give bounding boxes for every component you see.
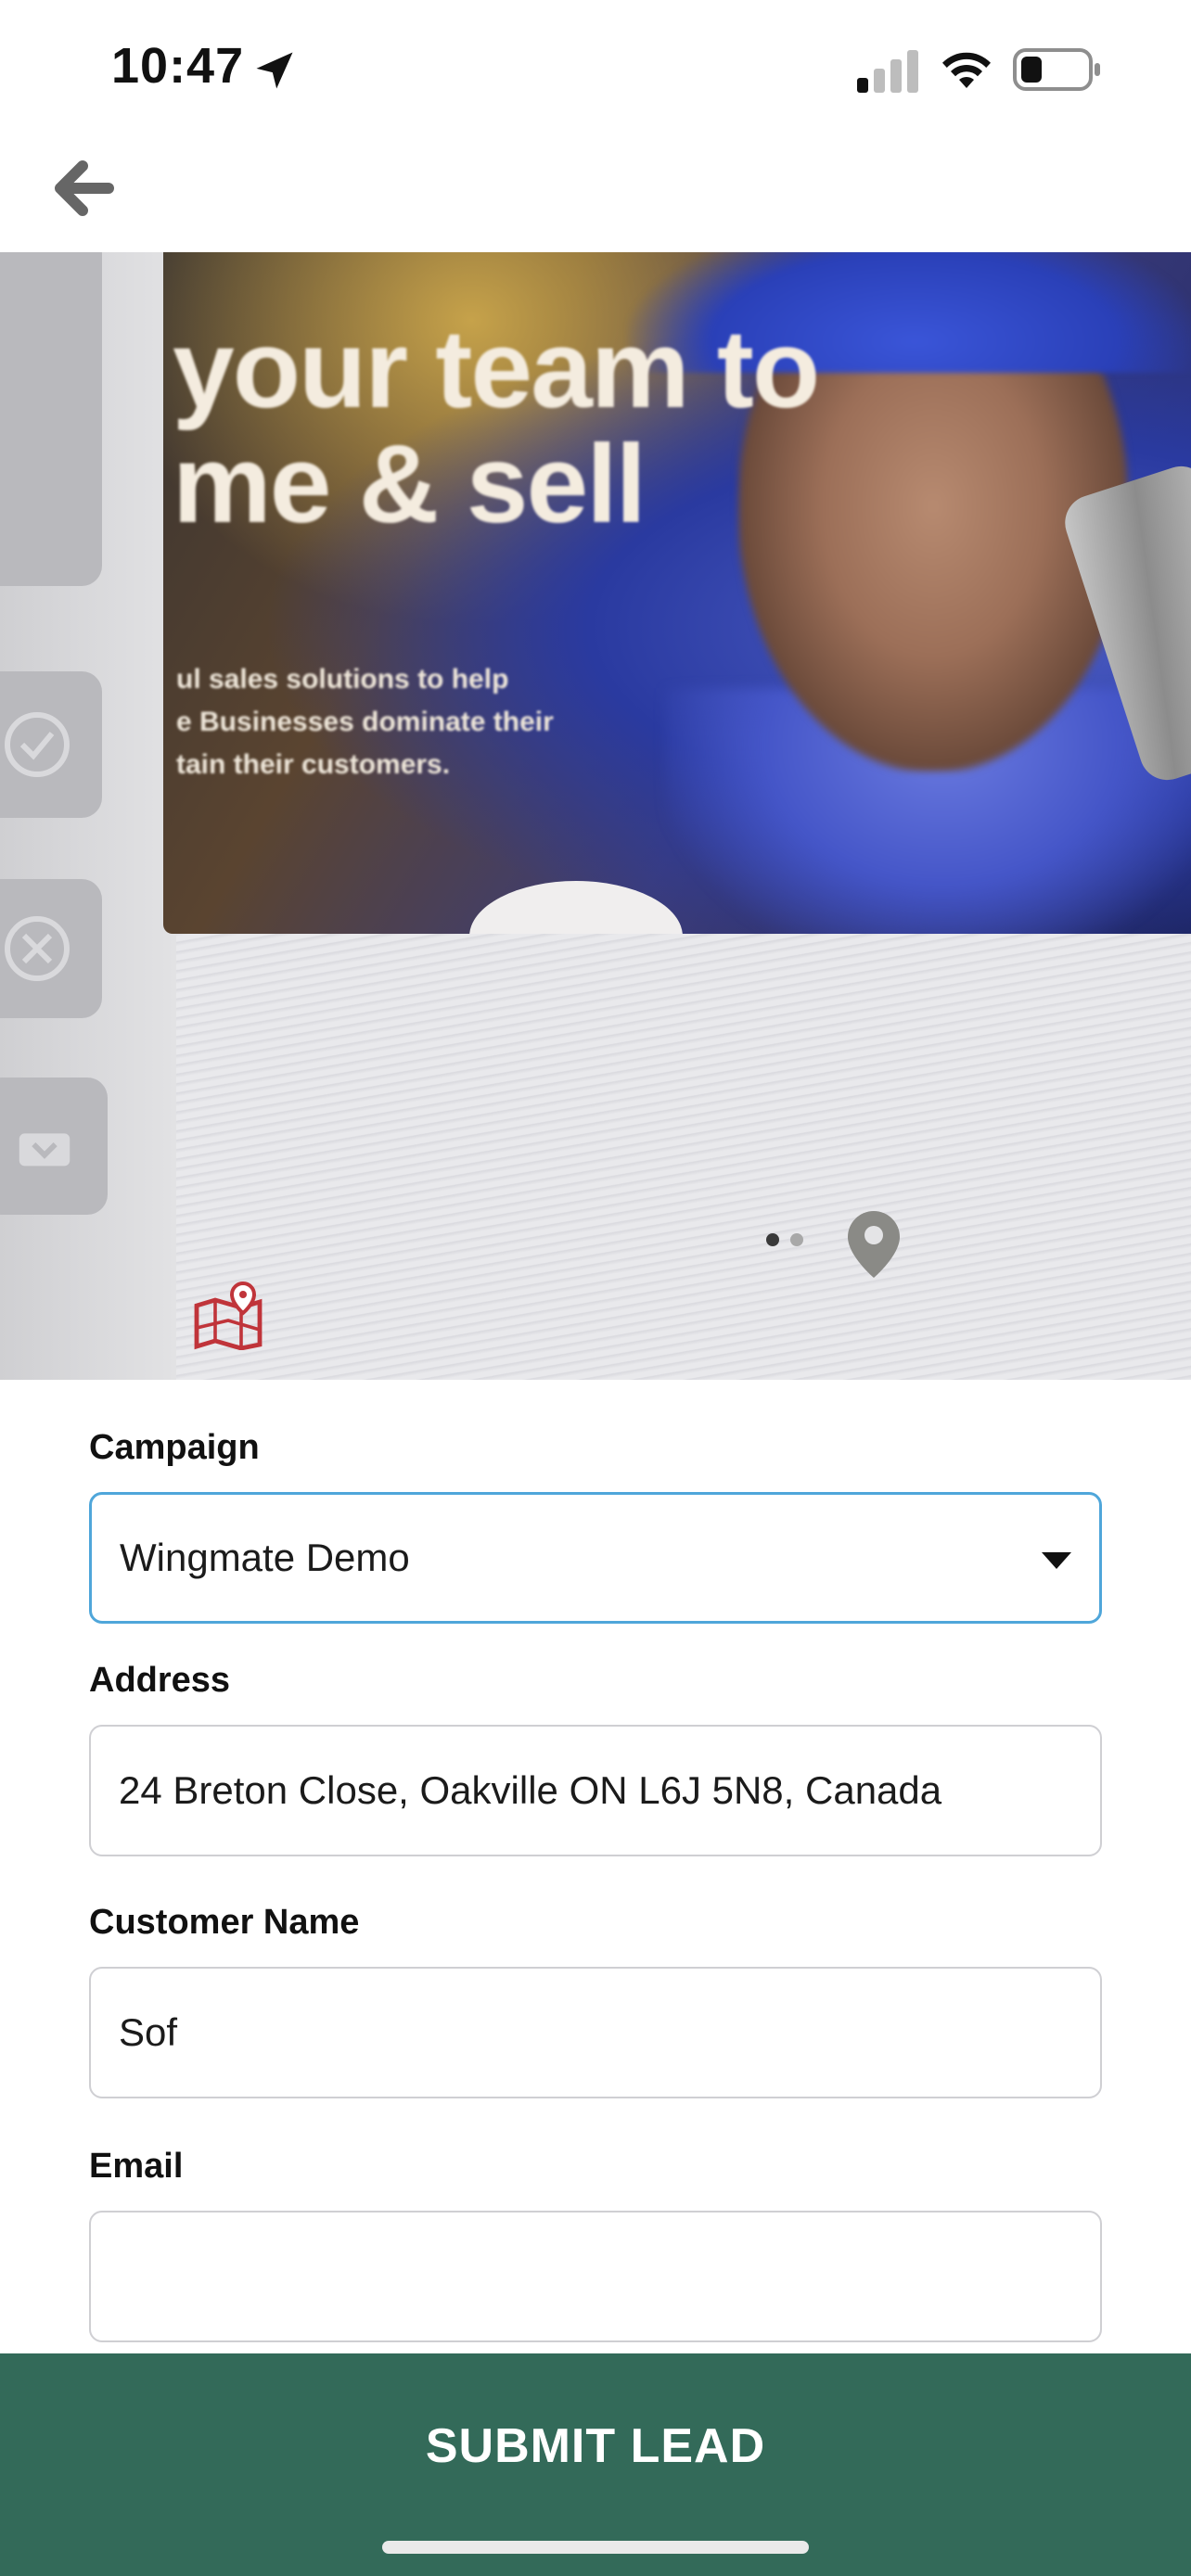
wifi-icon <box>942 52 991 88</box>
close-circle-icon <box>5 916 70 981</box>
lead-photo[interactable]: your team to me & sell ul sales solution… <box>0 252 1191 1380</box>
laptop-key <box>0 252 102 586</box>
chevron-down-icon <box>1042 1552 1071 1569</box>
email-field[interactable] <box>89 2211 1102 2342</box>
banner-subtitle: ul sales solutions to help e Businesses … <box>176 658 677 786</box>
address-field[interactable]: 24 Breton Close, Oakville ON L6J 5N8, Ca… <box>89 1725 1102 1856</box>
customer-name-field[interactable]: Sof <box>89 1967 1102 2098</box>
back-button[interactable] <box>45 148 124 228</box>
customer-name-value: Sof <box>119 2010 178 2054</box>
map-location-icon <box>194 1281 263 1350</box>
archive-icon <box>19 1133 70 1167</box>
banner-circle <box>469 881 683 934</box>
banner-headline: your team to me & sell <box>173 312 877 542</box>
arrow-left-icon <box>55 160 114 216</box>
lead-capture-screen: 10:47 your team to me & sell ul sales so… <box>0 0 1191 2576</box>
pager-dot-active[interactable] <box>766 1233 779 1246</box>
cellular-signal-icon <box>857 50 918 93</box>
banner-subtitle-line: tain their customers. <box>176 749 451 780</box>
address-label: Address <box>89 1661 231 1700</box>
campaign-label: Campaign <box>89 1428 260 1467</box>
laptop-edge <box>0 252 176 1380</box>
campaign-select[interactable]: Wingmate Demo <box>89 1492 1102 1624</box>
check-circle-icon <box>5 712 70 777</box>
banner-headline-line: me & sell <box>173 422 647 546</box>
customer-name-label: Customer Name <box>89 1903 360 1942</box>
status-bar: 10:47 <box>0 0 1191 139</box>
pager-dot[interactable] <box>790 1233 803 1246</box>
status-time: 10:47 <box>111 38 245 94</box>
laptop-key-close <box>0 879 102 1018</box>
laptop-key-archive <box>0 1078 108 1215</box>
banner-image: your team to me & sell ul sales solution… <box>163 252 1191 934</box>
banner-subtitle-line: ul sales solutions to help <box>176 664 509 695</box>
photo-pager[interactable] <box>766 1233 803 1246</box>
address-value: 24 Breton Close, Oakville ON L6J 5N8, Ca… <box>119 1768 942 1812</box>
laptop-key-check <box>0 671 102 818</box>
email-label: Email <box>89 2147 184 2186</box>
banner-headline-line: your team to <box>173 307 820 431</box>
banner-subtitle-line: e Businesses dominate their <box>176 707 554 737</box>
home-indicator[interactable] <box>382 2541 809 2554</box>
map-pin-icon <box>848 1211 900 1278</box>
lead-form: Campaign Wingmate Demo Address 24 Breton… <box>89 1428 1102 2342</box>
battery-icon <box>1013 48 1100 91</box>
campaign-value: Wingmate Demo <box>120 1536 410 1579</box>
location-arrow-icon <box>256 52 293 89</box>
